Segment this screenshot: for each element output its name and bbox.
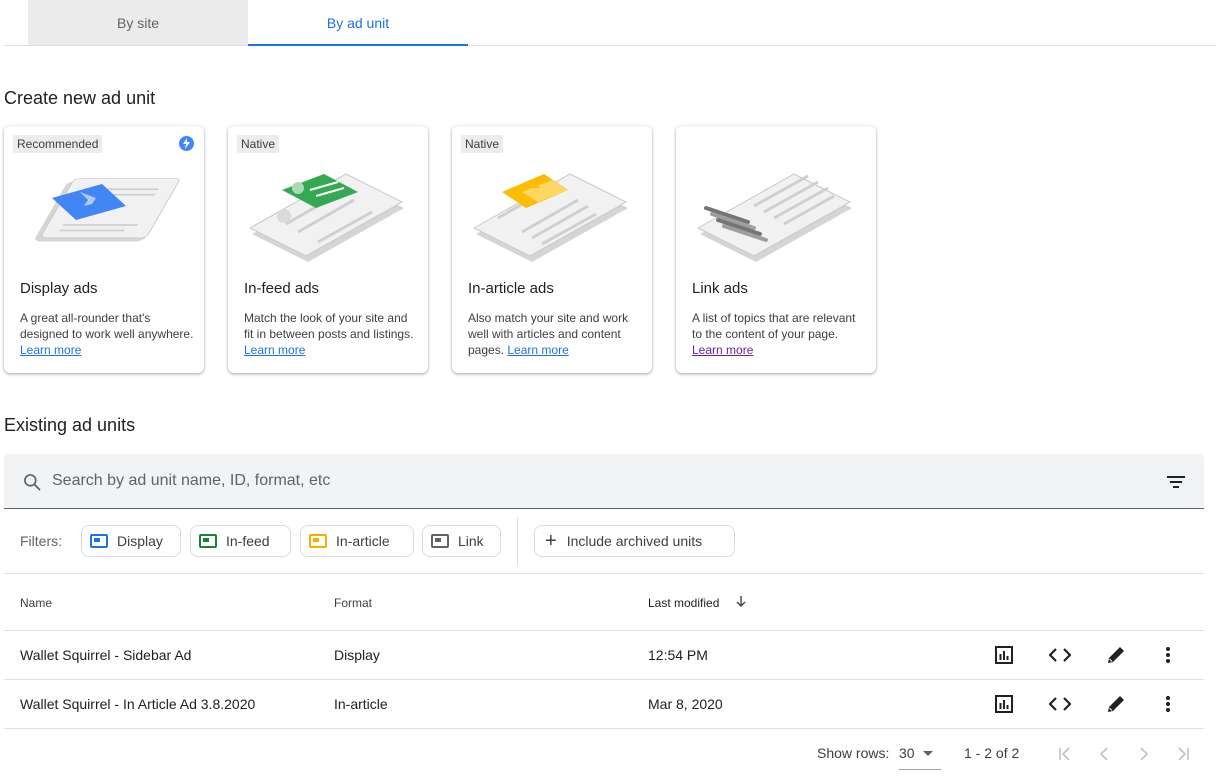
- chip-label: Link: [458, 533, 484, 549]
- ad-unit-format: In-article: [334, 696, 388, 712]
- table-row: Wallet Squirrel - Sidebar Ad Display 12:…: [4, 631, 1204, 680]
- show-rows-label: Show rows:: [817, 745, 890, 761]
- code-icon[interactable]: [1048, 692, 1072, 716]
- filter-chip-in-article[interactable]: In-article: [300, 525, 414, 557]
- learn-more-link[interactable]: Learn more: [692, 343, 753, 357]
- card-description: A list of topics that are relevant to th…: [692, 311, 856, 357]
- filter-chip-in-feed[interactable]: In-feed: [190, 525, 291, 557]
- ad-unit-format: Display: [334, 647, 380, 663]
- recommended-badge: Recommended: [13, 135, 103, 153]
- card-title: Link ads: [692, 280, 748, 297]
- next-page-icon[interactable]: [1133, 743, 1155, 765]
- link-format-icon: [431, 534, 449, 548]
- pagination: Show rows: 30 1 - 2 of 2: [0, 729, 1216, 783]
- last-page-icon[interactable]: [1172, 743, 1194, 765]
- chip-label: In-article: [336, 533, 390, 549]
- column-name[interactable]: Name: [20, 596, 52, 610]
- filter-chip-display[interactable]: Display: [81, 525, 181, 557]
- include-archived-chip[interactable]: + Include archived units: [534, 525, 735, 557]
- filter-bar: Filters: Display In-feed In-article Link…: [4, 509, 1204, 574]
- card-in-article-ads[interactable]: Native In-article ads Also match your si…: [452, 126, 652, 373]
- in-article-ads-illustration: [472, 173, 628, 262]
- existing-section-title: Existing ad units: [4, 415, 136, 435]
- tab-by-site[interactable]: By site: [28, 0, 248, 45]
- previous-page-icon[interactable]: [1093, 743, 1115, 765]
- column-last-modified[interactable]: Last modified: [648, 596, 719, 610]
- chip-label: Include archived units: [566, 533, 703, 549]
- chip-label: In-feed: [226, 533, 270, 549]
- ad-unit-modified: Mar 8, 2020: [648, 696, 723, 712]
- card-title: In-article ads: [468, 280, 554, 297]
- link-ads-illustration: [696, 173, 852, 262]
- filter-chip-link[interactable]: Link: [422, 525, 501, 557]
- card-description: A great all-rounder that's designed to w…: [20, 311, 194, 357]
- card-title: Display ads: [20, 280, 98, 297]
- plus-icon: +: [545, 530, 557, 552]
- edit-icon[interactable]: [1104, 692, 1128, 716]
- edit-icon[interactable]: [1104, 643, 1128, 667]
- card-description: Match the look of your site and fit in b…: [244, 311, 414, 357]
- learn-more-link[interactable]: Learn more: [20, 343, 81, 357]
- report-icon[interactable]: [992, 643, 1016, 667]
- table-row: Wallet Squirrel - In Article Ad 3.8.2020…: [4, 680, 1204, 729]
- chip-label: Display: [117, 533, 163, 549]
- ad-unit-name[interactable]: Wallet Squirrel - Sidebar Ad: [20, 647, 191, 663]
- display-ads-illustration: [35, 177, 180, 242]
- tab-by-ad-unit[interactable]: By ad unit: [248, 0, 468, 46]
- search-bar: [4, 454, 1204, 509]
- report-icon[interactable]: [992, 692, 1016, 716]
- rows-per-page-select[interactable]: 30: [899, 743, 941, 770]
- table-header: Name Format Last modified: [4, 574, 1204, 631]
- more-vert-icon[interactable]: [1156, 692, 1180, 716]
- search-icon: [24, 474, 41, 491]
- first-page-icon[interactable]: [1054, 743, 1076, 765]
- more-vert-icon[interactable]: [1156, 643, 1180, 667]
- native-badge: Native: [461, 135, 504, 153]
- filters-label: Filters:: [20, 533, 62, 549]
- sort-descending-icon[interactable]: [735, 595, 747, 607]
- card-in-feed-ads[interactable]: Native In-feed ads Match the look of you…: [228, 126, 428, 373]
- card-link-ads[interactable]: Link ads A list of topics that are relev…: [676, 126, 876, 373]
- native-badge: Native: [237, 135, 280, 153]
- tab-bar: By site By ad unit: [4, 0, 1216, 46]
- filter-list-icon[interactable]: [1166, 474, 1186, 490]
- ad-unit-modified: 12:54 PM: [648, 647, 708, 663]
- code-icon[interactable]: [1048, 643, 1072, 667]
- in-feed-format-icon: [199, 534, 217, 548]
- bolt-icon: [179, 136, 194, 151]
- in-feed-ads-illustration: [248, 173, 404, 262]
- rows-per-page-value: 30: [899, 745, 915, 761]
- ad-unit-name[interactable]: Wallet Squirrel - In Article Ad 3.8.2020: [20, 696, 255, 712]
- create-section-title: Create new ad unit: [4, 88, 156, 108]
- filter-divider: [517, 517, 518, 565]
- display-format-icon: [90, 534, 108, 548]
- search-input[interactable]: [52, 467, 1132, 495]
- card-title: In-feed ads: [244, 280, 320, 297]
- card-display-ads[interactable]: Recommended Display ads A great all-roun…: [4, 126, 204, 373]
- in-article-format-icon: [309, 534, 327, 548]
- page-range: 1 - 2 of 2: [964, 745, 1020, 761]
- dropdown-caret-icon: [922, 751, 933, 758]
- card-description: Also match your site and work well with …: [468, 311, 629, 357]
- learn-more-link[interactable]: Learn more: [244, 343, 305, 357]
- column-format[interactable]: Format: [334, 596, 372, 610]
- learn-more-link[interactable]: Learn more: [507, 343, 568, 357]
